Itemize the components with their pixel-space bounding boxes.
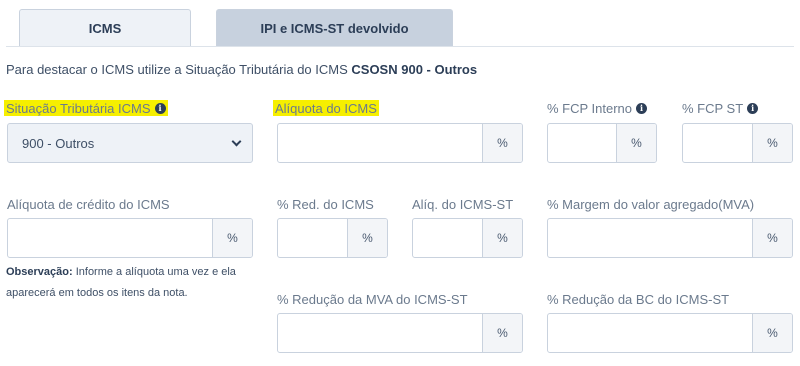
- fcp-st-input[interactable]: [683, 124, 752, 162]
- info-icon[interactable]: i: [154, 102, 166, 114]
- mva-label-text: % Margem do valor agregado(MVA): [547, 196, 755, 212]
- mva-label: % Margem do valor agregado(MVA): [547, 196, 754, 212]
- observacao-strong: Observação:: [6, 266, 73, 278]
- info-icon[interactable]: i: [747, 102, 759, 114]
- red-icms-label-text: % Red. do ICMS: [277, 196, 374, 212]
- info-icon[interactable]: i: [636, 102, 648, 114]
- aliq-icms-st-field[interactable]: %: [412, 218, 523, 258]
- percent-suffix: %: [616, 124, 656, 162]
- aliq-icms-st-input[interactable]: [413, 219, 482, 257]
- red-mva-st-label: % Redução da MVA do ICMS-ST: [277, 291, 468, 307]
- fcp-interno-input[interactable]: [548, 124, 616, 162]
- red-icms-field[interactable]: %: [277, 218, 388, 258]
- red-mva-st-field[interactable]: %: [277, 313, 523, 353]
- percent-suffix: %: [482, 219, 522, 257]
- tab-ipi-icms-st-label: IPI e ICMS-ST devolvido: [260, 20, 409, 36]
- mva-input[interactable]: [548, 219, 752, 257]
- mva-field[interactable]: %: [547, 218, 793, 258]
- situacao-select-value: 900 - Outros: [22, 135, 95, 151]
- percent-suffix: %: [482, 124, 522, 162]
- tab-icms-label: ICMS: [88, 20, 122, 36]
- fcp-st-label-text: % FCP ST: [682, 100, 744, 116]
- intro-prefix: Para destacar o ICMS utilize a Situação …: [6, 62, 352, 77]
- red-bc-st-input[interactable]: [548, 314, 752, 352]
- red-bc-st-field[interactable]: %: [547, 313, 793, 353]
- percent-suffix: %: [752, 124, 792, 162]
- aliquota-icms-label-text: Alíquota do ICMS: [275, 100, 377, 116]
- fcp-interno-label-text: % FCP Interno: [547, 100, 633, 116]
- tab-ipi-icms-st[interactable]: IPI e ICMS-ST devolvido: [216, 9, 453, 46]
- aliquota-icms-input[interactable]: [278, 124, 482, 162]
- situacao-select[interactable]: 900 - Outros: [7, 123, 253, 163]
- red-mva-st-label-text: % Redução da MVA do ICMS-ST: [277, 291, 468, 307]
- red-bc-st-label: % Redução da BC do ICMS-ST: [547, 291, 729, 307]
- fcp-st-field[interactable]: %: [682, 123, 793, 163]
- situacao-label-text: Situação Tributária ICMS: [6, 100, 151, 116]
- aliquota-credito-label: Alíquota de crédito do ICMS: [7, 196, 170, 212]
- aliquota-icms-label: Alíquota do ICMS: [273, 100, 379, 116]
- percent-suffix: %: [752, 314, 792, 352]
- red-icms-label: % Red. do ICMS: [277, 196, 374, 212]
- chevron-down-icon: [231, 136, 242, 146]
- percent-suffix: %: [482, 314, 522, 352]
- observacao-note: Observação: Informe a alíquota uma vez e…: [6, 262, 266, 304]
- situacao-label: Situação Tributária ICMS i: [4, 100, 168, 116]
- red-mva-st-input[interactable]: [278, 314, 482, 352]
- fcp-st-label: % FCP ST i: [682, 100, 759, 116]
- intro-text: Para destacar o ICMS utilize a Situação …: [6, 62, 477, 77]
- aliquota-icms-field[interactable]: %: [277, 123, 523, 163]
- red-bc-st-label-text: % Redução da BC do ICMS-ST: [547, 291, 730, 307]
- fcp-interno-field[interactable]: %: [547, 123, 657, 163]
- red-icms-input[interactable]: [278, 219, 347, 257]
- tab-icms[interactable]: ICMS: [19, 9, 191, 46]
- aliquota-credito-label-text: Alíquota de crédito do ICMS: [7, 196, 170, 212]
- aliquota-credito-input[interactable]: [8, 219, 212, 257]
- aliquota-credito-field[interactable]: %: [7, 218, 253, 258]
- aliq-icms-st-label-text: Alíq. do ICMS-ST: [412, 196, 514, 212]
- tab-divider: [6, 46, 794, 47]
- percent-suffix: %: [752, 219, 792, 257]
- intro-strong: CSOSN 900 - Outros: [351, 62, 478, 77]
- percent-suffix: %: [347, 219, 387, 257]
- fcp-interno-label: % FCP Interno i: [547, 100, 648, 116]
- aliq-icms-st-label: Alíq. do ICMS-ST: [412, 196, 513, 212]
- percent-suffix: %: [212, 219, 252, 257]
